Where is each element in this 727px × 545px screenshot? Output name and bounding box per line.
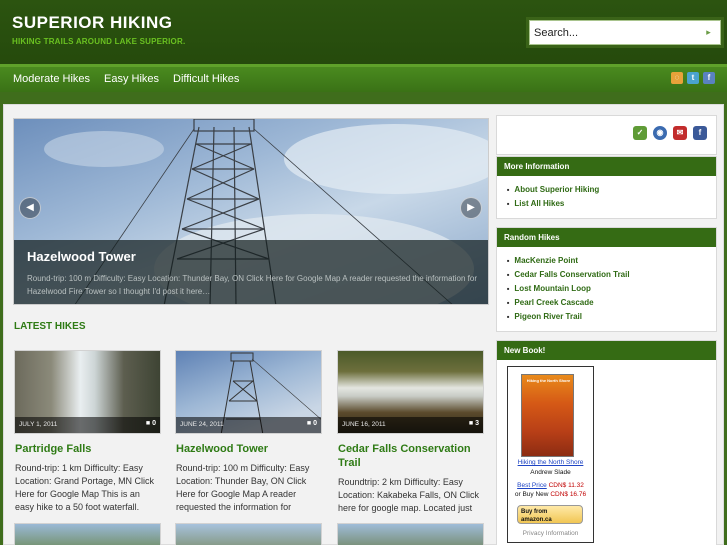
best-price-line: Best Price CDN$ 11.32 (508, 482, 593, 489)
random-hikes-list: MacKenzie Point Cedar Falls Conservation… (497, 247, 716, 325)
site-title[interactable]: SUPERIOR HIKING (12, 13, 173, 33)
facebook-icon[interactable]: f (693, 126, 707, 140)
nav-item-easy-hikes[interactable]: Easy Hikes (104, 73, 159, 85)
post-thumbnail[interactable] (337, 523, 484, 545)
facebook-icon[interactable]: f (703, 72, 715, 84)
post-date: JUNE 24, 2011 (180, 421, 224, 428)
sidebar-link-about[interactable]: About Superior Hiking (507, 183, 716, 197)
slide-excerpt: Round-trip: 100 m Difficulty: Easy Locat… (27, 274, 477, 296)
book-title-link[interactable]: Hiking the North Shore (508, 459, 593, 466)
comment-count[interactable]: ■ 3 (469, 420, 479, 427)
amazon-product-box: Hiking the North Shore Hiking the North … (507, 366, 594, 543)
post-meta-bar: JULY 1, 2011 ■ 0 (15, 417, 160, 433)
book-author: Andrew Slade (530, 469, 571, 476)
book-cover-title: Hiking the North Shore (526, 378, 571, 383)
nav-item-difficult-hikes[interactable]: Difficult Hikes (173, 73, 239, 85)
nav-social-links: ◌ t f (671, 72, 715, 84)
more-information-list: About Superior Hiking List All Hikes (497, 176, 716, 211)
content-area: ◀ ▶ Hazelwood Tower Round-trip: 100 m Di… (3, 104, 724, 545)
slide-title[interactable]: Hazelwood Tower (27, 249, 136, 264)
comment-count-value: 0 (152, 420, 156, 427)
social-widget: ✓ ◉ ✉ f (496, 115, 717, 155)
post-excerpt: Round-trip: 100 m Difficulty: Easy Locat… (176, 463, 310, 512)
random-hike-link[interactable]: MacKenzie Point (507, 254, 716, 268)
new-book-widget: New Book! Hiking the North Shore Hiking … (496, 340, 717, 545)
globe-icon[interactable]: ◉ (653, 126, 667, 140)
widget-title: Random Hikes (497, 228, 716, 247)
random-hikes-widget: Random Hikes MacKenzie Point Cedar Falls… (496, 227, 717, 332)
share-icon[interactable]: ✓ (633, 126, 647, 140)
random-hike-link[interactable]: Pearl Creek Cascade (507, 296, 716, 310)
post-excerpt: Round-trip: 1 km Difficulty: Easy Locati… (15, 463, 155, 512)
random-hike-link[interactable]: Lost Mountain Loop (507, 282, 716, 296)
post-excerpt: Roundtrip: 2 km Difficulty: Easy Locatio… (338, 477, 480, 513)
book-cover-image[interactable]: Hiking the North Shore (521, 374, 574, 457)
comment-count-value: 0 (313, 420, 317, 427)
search-box: ▸ (529, 20, 721, 45)
post-title[interactable]: Cedar Falls Conservation Trail (338, 442, 486, 470)
sidebar-link-list-all-hikes[interactable]: List All Hikes (507, 197, 716, 211)
new-price-line: or Buy New CDN$ 16.76 (508, 491, 593, 498)
main-nav: Moderate Hikes Easy Hikes Difficult Hike… (0, 64, 727, 92)
best-price-value: CDN$ 11.32 (548, 482, 584, 489)
or-buy-new-label: or Buy New (514, 491, 549, 498)
search-icon[interactable]: ▸ (703, 27, 714, 38)
post-meta-bar: JUNE 16, 2011 ■ 3 (338, 417, 483, 433)
post-title[interactable]: Partridge Falls (15, 442, 163, 456)
post-thumbnail[interactable] (14, 523, 161, 545)
privacy-information-link[interactable]: Privacy Information (508, 530, 593, 537)
post-thumbnail[interactable]: JUNE 24, 2011 ■ 0 (175, 350, 322, 434)
post-meta-bar: JUNE 24, 2011 ■ 0 (176, 417, 321, 433)
comment-count[interactable]: ■ 0 (146, 420, 156, 427)
post-thumbnail[interactable]: JUNE 16, 2011 ■ 3 (337, 350, 484, 434)
buy-from-amazon-button[interactable]: Buy from amazon.ca (517, 505, 583, 524)
social-icons: ✓ ◉ ✉ f (633, 126, 707, 140)
site-tagline: HIKING TRAILS AROUND LAKE SUPERIOR. (12, 37, 186, 46)
post-thumbnail[interactable]: JULY 1, 2011 ■ 0 (14, 350, 161, 434)
post-title[interactable]: Hazelwood Tower (176, 442, 324, 456)
post-date: JULY 1, 2011 (19, 421, 58, 428)
latest-hikes-heading: LATEST HIKES (14, 321, 86, 332)
comment-count[interactable]: ■ 0 (307, 420, 317, 427)
site-header: SUPERIOR HIKING HIKING TRAILS AROUND LAK… (0, 0, 727, 64)
new-price-value: CDN$ 16.76 (550, 491, 587, 498)
search-input[interactable] (534, 25, 694, 41)
post-date: JUNE 16, 2011 (342, 421, 386, 428)
more-information-widget: More Information About Superior Hiking L… (496, 156, 717, 219)
random-hike-link[interactable]: Pigeon River Trail (507, 310, 716, 324)
comment-count-value: 3 (475, 420, 479, 427)
chevron-right-icon[interactable]: ▶ (460, 197, 482, 219)
chevron-left-icon[interactable]: ◀ (19, 197, 41, 219)
twitter-icon[interactable]: t (687, 72, 699, 84)
rss-icon[interactable]: ◌ (671, 72, 683, 84)
slide-caption: Hazelwood Tower Round-trip: 100 m Diffic… (14, 240, 488, 304)
widget-title: New Book! (497, 341, 716, 360)
post-thumbnail[interactable] (175, 523, 322, 545)
featured-slider[interactable]: ◀ ▶ Hazelwood Tower Round-trip: 100 m Di… (13, 118, 489, 305)
best-price-link[interactable]: Best Price (517, 482, 547, 489)
email-icon[interactable]: ✉ (673, 126, 687, 140)
random-hike-link[interactable]: Cedar Falls Conservation Trail (507, 268, 716, 282)
nav-item-moderate-hikes[interactable]: Moderate Hikes (13, 73, 90, 85)
widget-title: More Information (497, 157, 716, 176)
